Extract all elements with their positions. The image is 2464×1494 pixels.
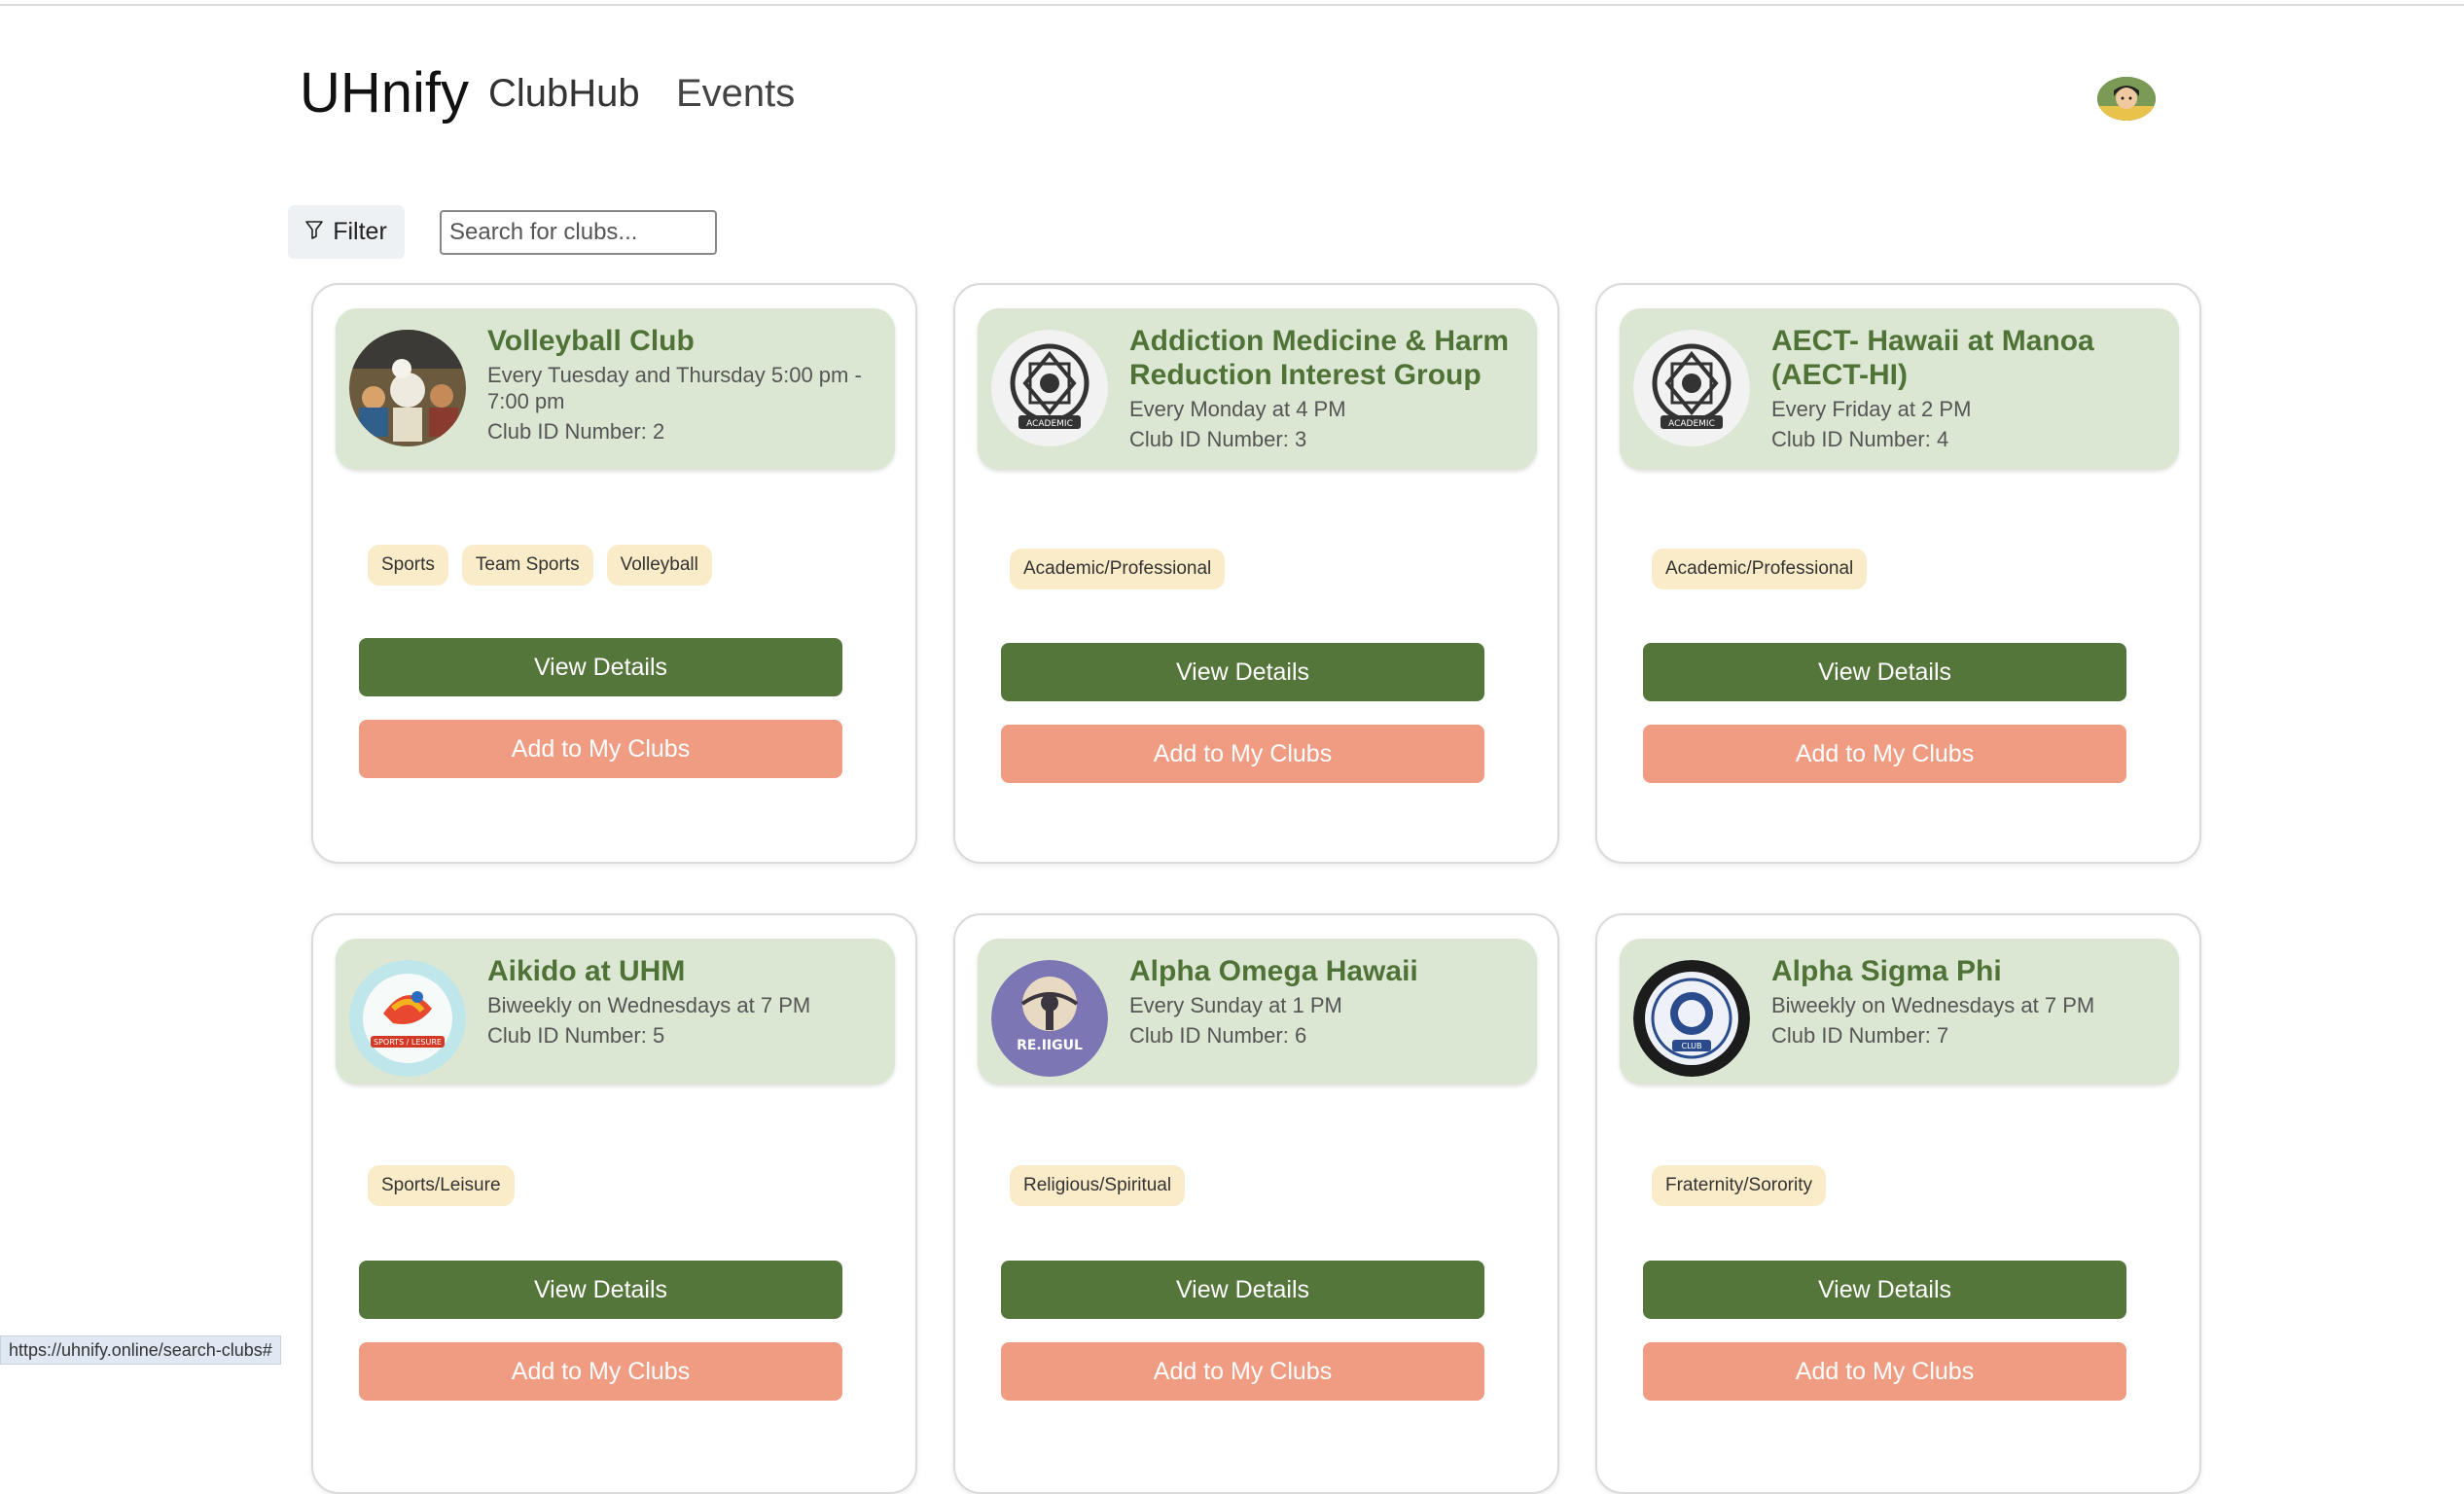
filter-button[interactable]: Filter <box>288 205 405 259</box>
club-schedule: Every Tuesday and Thursday 5:00 pm - 7:0… <box>487 363 862 413</box>
user-avatar[interactable] <box>2097 77 2156 121</box>
sports-leisure-logo: SPORTS / LESURE <box>349 960 466 1077</box>
svg-text:RE.IIGUL: RE.IIGUL <box>1017 1038 1083 1053</box>
fraternity-sorority-logo: CLUB <box>1633 960 1750 1077</box>
club-card: ACADEMIC Addiction Medicine & Harm Reduc… <box>953 283 1559 864</box>
add-to-my-clubs-button[interactable]: Add to My Clubs <box>1643 725 2126 783</box>
tag: Volleyball <box>606 545 712 586</box>
club-tags: Religious/Spiritual <box>1010 1165 1186 1206</box>
filter-label: Filter <box>333 218 387 245</box>
brand-logo-text[interactable]: UHnify <box>300 60 469 125</box>
view-details-button[interactable]: View Details <box>359 1261 842 1319</box>
religious-logo: RE.IIGUL <box>991 960 1108 1077</box>
view-details-button[interactable]: View Details <box>1001 1261 1484 1319</box>
tag: Fraternity/Sorority <box>1652 1165 1826 1206</box>
club-card: Volleyball Club Every Tuesday and Thursd… <box>311 283 917 864</box>
club-tags: Academic/Professional <box>1652 549 1868 589</box>
svg-text:ACADEMIC: ACADEMIC <box>1026 419 1073 429</box>
club-name: Volleyball Club <box>487 325 695 357</box>
nav-events[interactable]: Events <box>676 72 795 116</box>
club-tags: Sports/Leisure <box>368 1165 515 1206</box>
add-to-my-clubs-button[interactable]: Add to My Clubs <box>1001 1342 1484 1401</box>
academic-badge-logo: ACADEMIC <box>991 330 1108 446</box>
club-card-header: ACADEMIC Addiction Medicine & Harm Reduc… <box>978 308 1537 470</box>
club-name: AECT- Hawaii at Manoa (AECT-HI) <box>1771 325 2094 391</box>
club-name: Alpha Sigma Phi <box>1771 955 2002 987</box>
tag: Sports <box>368 545 448 586</box>
nav-clubhub[interactable]: ClubHub <box>488 72 640 116</box>
status-bar-url: https://uhnify.online/search-clubs# <box>0 1335 281 1365</box>
club-card-header: Volleyball Club Every Tuesday and Thursd… <box>336 308 895 470</box>
club-card-header: CLUB Alpha Sigma Phi Biweekly on Wednesd… <box>1620 939 2179 1085</box>
club-name: Addiction Medicine & Harm Reduction Inte… <box>1129 325 1510 391</box>
club-schedule: Every Friday at 2 PM <box>1771 397 1972 421</box>
tag: Sports/Leisure <box>368 1165 515 1206</box>
club-id: Club ID Number: 4 <box>1771 427 1949 451</box>
club-schedule: Biweekly on Wednesdays at 7 PM <box>487 993 811 1017</box>
club-id: Club ID Number: 6 <box>1129 1023 1307 1048</box>
add-to-my-clubs-button[interactable]: Add to My Clubs <box>1643 1342 2126 1401</box>
tag: Religious/Spiritual <box>1010 1165 1186 1206</box>
view-details-button[interactable]: View Details <box>359 638 842 696</box>
club-card-header: RE.IIGUL Alpha Omega Hawaii Every Sunday… <box>978 939 1537 1085</box>
club-tags: Fraternity/Sorority <box>1652 1165 1826 1206</box>
funnel-icon <box>305 218 324 246</box>
club-name: Aikido at UHM <box>487 955 686 987</box>
club-id: Club ID Number: 3 <box>1129 427 1307 451</box>
view-details-button[interactable]: View Details <box>1001 643 1484 701</box>
club-card-header: SPORTS / LESURE Aikido at UHM Biweekly o… <box>336 939 895 1085</box>
club-card: CLUB Alpha Sigma Phi Biweekly on Wednesd… <box>1595 913 2201 1494</box>
club-id: Club ID Number: 7 <box>1771 1023 1949 1048</box>
club-id: Club ID Number: 5 <box>487 1023 665 1048</box>
tag: Academic/Professional <box>1010 549 1226 589</box>
club-id: Club ID Number: 2 <box>487 419 665 444</box>
view-details-button[interactable]: View Details <box>1643 643 2126 701</box>
view-details-button[interactable]: View Details <box>1643 1261 2126 1319</box>
svg-text:CLUB: CLUB <box>1682 1042 1702 1050</box>
club-schedule: Every Monday at 4 PM <box>1129 397 1346 421</box>
club-tags: Sports Team Sports Volleyball <box>368 545 712 586</box>
tag: Academic/Professional <box>1652 549 1868 589</box>
academic-badge-logo: ACADEMIC <box>1633 330 1750 446</box>
club-name: Alpha Omega Hawaii <box>1129 955 1418 987</box>
add-to-my-clubs-button[interactable]: Add to My Clubs <box>359 1342 842 1401</box>
tag: Team Sports <box>461 545 593 586</box>
add-to-my-clubs-button[interactable]: Add to My Clubs <box>1001 725 1484 783</box>
club-schedule: Every Sunday at 1 PM <box>1129 993 1342 1017</box>
svg-text:ACADEMIC: ACADEMIC <box>1668 419 1715 429</box>
search-input[interactable] <box>440 210 717 255</box>
club-card: SPORTS / LESURE Aikido at UHM Biweekly o… <box>311 913 917 1494</box>
volleyball-club-logo <box>349 330 466 446</box>
browser-top-border <box>0 0 2464 6</box>
svg-text:SPORTS / LESURE: SPORTS / LESURE <box>374 1038 442 1047</box>
club-schedule: Biweekly on Wednesdays at 7 PM <box>1771 993 2095 1017</box>
club-card: ACADEMIC AECT- Hawaii at Manoa (AECT-HI)… <box>1595 283 2201 864</box>
club-card: RE.IIGUL Alpha Omega Hawaii Every Sunday… <box>953 913 1559 1494</box>
club-tags: Academic/Professional <box>1010 549 1226 589</box>
club-card-header: ACADEMIC AECT- Hawaii at Manoa (AECT-HI)… <box>1620 308 2179 470</box>
add-to-my-clubs-button[interactable]: Add to My Clubs <box>359 720 842 778</box>
